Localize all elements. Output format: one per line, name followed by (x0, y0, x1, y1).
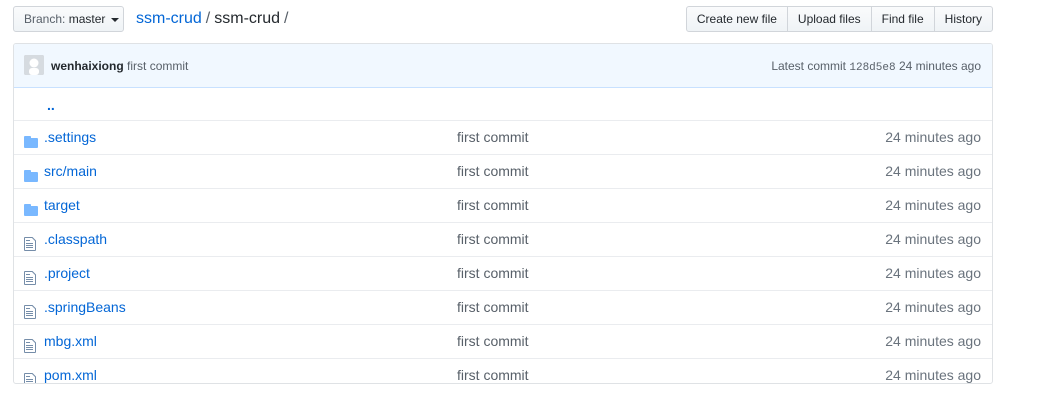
file-age: 24 minutes ago (885, 129, 981, 145)
latest-commit: Latest commit 128d5e8 24 minutes ago (771, 58, 981, 76)
breadcrumb: ssm-crud / ssm-crud / (136, 6, 292, 32)
file-row: pom.xml first commit 24 minutes ago (14, 358, 992, 383)
history-button[interactable]: History (933, 6, 993, 32)
file-name-link[interactable]: src/main (44, 155, 97, 187)
commit-sha-link[interactable]: 128d5e8 (849, 62, 895, 74)
file-commit-message[interactable]: first commit (457, 223, 529, 255)
file-name-link[interactable]: .springBeans (44, 291, 126, 323)
commit-author-line: wenhaixiong first commit (51, 58, 188, 74)
breadcrumb-separator: / (205, 10, 211, 27)
folder-icon (24, 197, 38, 216)
parent-directory-row: .. (14, 88, 992, 120)
file-commit-message[interactable]: first commit (457, 121, 529, 153)
file-icon (24, 333, 38, 353)
file-commit-message[interactable]: first commit (457, 189, 529, 221)
branch-select-button[interactable]: Branch: master (13, 6, 124, 32)
file-age: 24 minutes ago (885, 231, 981, 247)
file-row: .springBeans first commit 24 minutes ago (14, 290, 992, 324)
file-row: .project first commit 24 minutes ago (14, 256, 992, 290)
file-name-link[interactable]: mbg.xml (44, 325, 97, 357)
file-name-link[interactable]: .settings (44, 121, 96, 153)
file-commit-message[interactable]: first commit (457, 257, 529, 289)
create-new-file-button[interactable]: Create new file (685, 6, 788, 32)
commit-age: 24 minutes ago (898, 59, 981, 73)
file-commit-message[interactable]: first commit (457, 155, 529, 187)
file-icon (24, 367, 38, 383)
caret-down-icon (110, 17, 119, 22)
file-age: 24 minutes ago (885, 333, 981, 349)
upload-files-button[interactable]: Upload files (786, 6, 872, 32)
file-age: 24 minutes ago (885, 163, 981, 179)
file-name-link[interactable]: pom.xml (44, 359, 97, 383)
folder-icon (24, 129, 38, 148)
file-icon (24, 265, 38, 285)
avatar-icon[interactable] (24, 55, 44, 75)
folder-icon (24, 163, 38, 182)
file-row: mbg.xml first commit 24 minutes ago (14, 324, 992, 358)
file-name-link[interactable]: .classpath (44, 223, 107, 255)
file-row: .classpath first commit 24 minutes ago (14, 222, 992, 256)
commit-tease: wenhaixiong first commit Latest commit 1… (14, 44, 992, 88)
find-file-button[interactable]: Find file (870, 6, 935, 32)
file-navigation: Branch: master ssm-crud / ssm-crud / Create… (13, 6, 993, 32)
parent-directory-link[interactable]: .. (47, 89, 55, 121)
file-row: .settings first commit 24 minutes ago (14, 120, 992, 154)
file-row: target first commit 24 minutes ago (14, 188, 992, 222)
file-commit-message[interactable]: first commit (457, 291, 529, 323)
file-icon (24, 299, 38, 319)
breadcrumb-current: ssm-crud (214, 10, 281, 27)
breadcrumb-owner-link[interactable]: ssm-crud (136, 10, 202, 27)
file-age: 24 minutes ago (885, 197, 981, 213)
commit-message[interactable]: first commit (127, 59, 188, 73)
file-age: 24 minutes ago (885, 265, 981, 281)
file-icon (24, 231, 38, 251)
file-list: .settings first commit 24 minutes ago src/m… (14, 120, 992, 383)
file-name-link[interactable]: .project (44, 257, 90, 289)
commit-author[interactable]: wenhaixiong (51, 59, 124, 73)
file-table: wenhaixiong first commit Latest commit 1… (13, 43, 993, 384)
branch-label: Branch: (24, 12, 66, 26)
file-commit-message[interactable]: first commit (457, 325, 529, 357)
file-age: 24 minutes ago (885, 299, 981, 315)
latest-commit-label: Latest commit (771, 59, 847, 73)
file-commit-message[interactable]: first commit (457, 359, 529, 383)
file-age: 24 minutes ago (885, 367, 981, 383)
file-row: src/main first commit 24 minutes ago (14, 154, 992, 188)
file-actions: Create new file Upload files Find file H… (685, 6, 993, 32)
file-name-link[interactable]: target (44, 189, 80, 221)
breadcrumb-separator: / (284, 10, 289, 27)
branch-name: master (68, 12, 106, 26)
